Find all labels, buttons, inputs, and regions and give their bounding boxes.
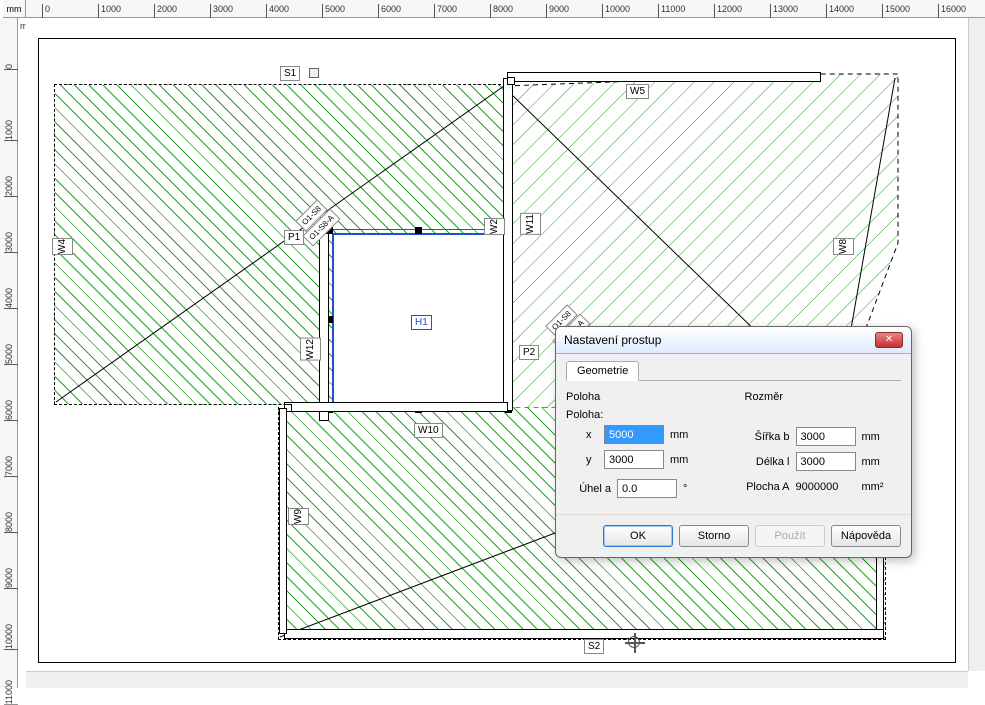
unit-angle: ° xyxy=(683,483,713,495)
label-angle: Úhel a xyxy=(566,483,611,495)
unit-area: mm² xyxy=(862,481,892,493)
wall-w5-edge[interactable] xyxy=(507,72,821,82)
tag-w11[interactable]: W11 xyxy=(520,213,541,235)
input-width[interactable] xyxy=(796,427,856,446)
dialog-tabbar: Geometrie xyxy=(566,360,901,381)
unit-x: mm xyxy=(670,429,700,441)
input-angle[interactable] xyxy=(617,479,677,498)
wall-w12[interactable] xyxy=(319,233,329,421)
dialog-title-text: Nastavení prostup xyxy=(564,333,661,347)
tag-w9[interactable]: W9 xyxy=(288,508,309,525)
marker-square[interactable] xyxy=(309,68,319,78)
label-width: Šířka b xyxy=(745,431,790,443)
tag-w10[interactable]: W10 xyxy=(414,423,443,438)
label-length: Délka l xyxy=(745,456,790,468)
tag-w4[interactable]: W4 xyxy=(52,238,73,255)
input-y[interactable] xyxy=(604,450,664,469)
cancel-button[interactable]: Storno xyxy=(679,525,749,547)
help-button[interactable]: Nápověda xyxy=(831,525,901,547)
handle-n[interactable] xyxy=(415,227,422,234)
section-size-title: Rozměr xyxy=(745,391,902,403)
apply-button: Použít xyxy=(755,525,825,547)
tag-p2[interactable]: P2 xyxy=(519,345,539,360)
unit-y: mm xyxy=(670,454,700,466)
tag-h1[interactable]: H1 xyxy=(411,315,432,330)
value-area: 9000000 xyxy=(796,481,856,493)
wall-w9[interactable] xyxy=(279,408,287,634)
label-x: x xyxy=(566,429,598,441)
dialog-titlebar[interactable]: Nastavení prostup ✕ xyxy=(556,327,911,354)
tag-w12[interactable]: W12 xyxy=(300,338,321,361)
section-position-title: Poloha xyxy=(566,391,723,403)
tag-w5[interactable]: W5 xyxy=(626,84,649,99)
unit-length: mm xyxy=(862,456,892,468)
wall-w2[interactable] xyxy=(503,78,513,411)
dialog-opening-settings[interactable]: Nastavení prostup ✕ Geometrie Poloha Pol… xyxy=(555,326,912,558)
tag-s1[interactable]: S1 xyxy=(280,66,300,81)
input-x[interactable] xyxy=(604,425,664,444)
ruler-vertical: 0100020003000400050006000700080009000100… xyxy=(0,18,18,688)
unit-width: mm xyxy=(862,431,892,443)
wall-w10[interactable] xyxy=(284,402,508,412)
ok-button[interactable]: OK xyxy=(603,525,673,547)
column-br[interactable] xyxy=(507,77,515,85)
label-area: Plocha A xyxy=(745,481,790,493)
close-icon[interactable]: ✕ xyxy=(875,332,903,348)
scrollbar-horizontal[interactable] xyxy=(26,671,968,688)
tag-p1[interactable]: P1 xyxy=(284,230,304,245)
label-poloha: Poloha: xyxy=(566,409,723,421)
tag-w8[interactable]: W8 xyxy=(833,238,854,255)
input-length[interactable] xyxy=(796,452,856,471)
tag-w2[interactable]: W2 xyxy=(484,218,505,235)
wall-bottom[interactable] xyxy=(284,629,884,639)
origin-marker[interactable] xyxy=(628,636,640,648)
tag-s2[interactable]: S2 xyxy=(584,639,604,654)
ruler-horizontal: 0100020003000400050006000700080009000100… xyxy=(26,0,985,18)
ruler-unit-h: mm xyxy=(3,0,26,18)
scrollbar-vertical[interactable] xyxy=(968,18,985,671)
label-y: y xyxy=(566,454,598,466)
tab-geometry[interactable]: Geometrie xyxy=(566,361,639,381)
